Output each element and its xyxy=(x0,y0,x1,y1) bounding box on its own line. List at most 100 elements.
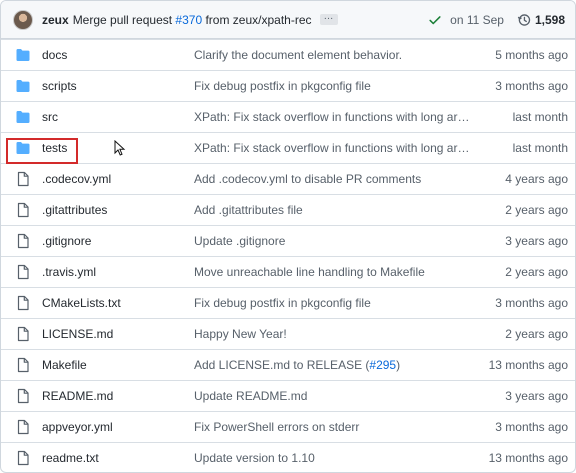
commit-message-link[interactable]: Add LICENSE.md to RELEASE (#295) xyxy=(194,358,474,372)
directory-row[interactable]: src XPath: Fix stack overflow in function… xyxy=(1,101,575,132)
commit-message-text: Update README.md xyxy=(194,389,308,403)
commit-message-end: ) xyxy=(396,358,401,372)
check-icon[interactable] xyxy=(428,13,442,27)
latest-commit-bar: zeux Merge pull request #370 from zeux/x… xyxy=(1,1,575,39)
commit-age[interactable]: 4 years ago xyxy=(505,172,568,186)
file-name-link[interactable]: CMakeLists.txt xyxy=(42,296,121,310)
commit-message-text: XPath: Fix stack overflow in functions w… xyxy=(194,110,474,124)
file-icon xyxy=(15,357,31,373)
commit-message-text: Update .gitignore xyxy=(194,234,286,248)
history-count: 1,598 xyxy=(534,12,565,27)
commit-message-link[interactable]: Add .gitattributes file xyxy=(194,203,474,217)
commit-message-text: Add .codecov.yml to disable PR comments xyxy=(194,172,422,186)
file-icon xyxy=(15,264,31,280)
file-name-link[interactable]: README.md xyxy=(42,389,113,403)
file-name-link[interactable]: .travis.yml xyxy=(42,265,96,279)
file-name-link[interactable]: Makefile xyxy=(42,358,87,372)
file-name-link[interactable]: LICENSE.md xyxy=(42,327,113,341)
file-name-link[interactable]: scripts xyxy=(42,79,77,93)
commit-age[interactable]: 3 months ago xyxy=(495,420,568,434)
file-row[interactable]: CMakeLists.txt Fix debug postfix in pkgco… xyxy=(1,287,575,318)
issue-link[interactable]: #295 xyxy=(369,358,396,372)
history-link[interactable]: 1,598 xyxy=(517,13,565,27)
commit-message-link[interactable]: Move unreachable line handling to Makefi… xyxy=(194,265,474,279)
commit-message-suffix: from zeux/xpath-rec xyxy=(202,12,312,27)
file-name-link[interactable]: readme.txt xyxy=(42,451,99,465)
directory-row[interactable]: scripts Fix debug postfix in pkgconfig fi… xyxy=(1,70,575,101)
commit-author[interactable]: zeux xyxy=(42,13,69,27)
file-icon xyxy=(15,419,31,435)
commit-message-text: Add LICENSE.md to RELEASE ( xyxy=(194,358,370,372)
commit-message-text: Fix debug postfix in pkgconfig file xyxy=(194,296,371,310)
file-row[interactable]: appveyor.yml Fix PowerShell errors on std… xyxy=(1,411,575,442)
file-name-link[interactable]: docs xyxy=(42,48,67,62)
history-icon xyxy=(517,13,531,26)
commit-message-text: Update version to 1.10 xyxy=(194,451,315,465)
commit-message-link[interactable]: XPath: Fix stack overflow in functions w… xyxy=(194,141,474,155)
folder-icon xyxy=(15,109,31,125)
file-row[interactable]: readme.txt Update version to 1.10 13 month… xyxy=(1,442,575,472)
commit-message-link[interactable]: Update version to 1.10 xyxy=(194,451,474,465)
commit-message[interactable]: Merge pull request #370 from zeux/xpath-… xyxy=(73,13,312,27)
commit-message-text: Happy New Year! xyxy=(194,327,287,341)
file-row[interactable]: .gitattributes Add .gitattributes file 2 y… xyxy=(1,194,575,225)
commit-message-text: Move unreachable line handling to Makefi… xyxy=(194,265,425,279)
file-icon xyxy=(15,326,31,342)
commit-age[interactable]: last month xyxy=(513,110,568,124)
file-name-link[interactable]: .gitattributes xyxy=(42,203,107,217)
commit-age[interactable]: 3 months ago xyxy=(495,79,568,93)
file-icon xyxy=(15,171,31,187)
commit-age[interactable]: 13 months ago xyxy=(489,451,568,465)
directory-row[interactable]: tests XPath: Fix stack overflow in functi… xyxy=(1,132,575,163)
commit-age[interactable]: 5 months ago xyxy=(495,48,568,62)
file-icon xyxy=(15,388,31,404)
commit-age[interactable]: 13 months ago xyxy=(489,358,568,372)
expand-commit-button[interactable]: … xyxy=(319,12,338,25)
pr-link[interactable]: #370 xyxy=(175,13,202,27)
file-name-link[interactable]: appveyor.yml xyxy=(42,420,113,434)
commit-message-link[interactable]: Add .codecov.yml to disable PR comments xyxy=(194,172,474,186)
commit-message-link[interactable]: XPath: Fix stack overflow in functions w… xyxy=(194,110,474,124)
file-row[interactable]: .gitignore Update .gitignore 3 years ago xyxy=(1,225,575,256)
file-name-link[interactable]: src xyxy=(42,110,58,124)
commit-message-link[interactable]: Update README.md xyxy=(194,389,474,403)
commit-message-link[interactable]: Fix debug postfix in pkgconfig file xyxy=(194,79,474,93)
file-name-link[interactable]: .gitignore xyxy=(42,234,91,248)
commit-message-text: Add .gitattributes file xyxy=(194,203,303,217)
avatar[interactable] xyxy=(13,9,33,30)
commit-message-link[interactable]: Update .gitignore xyxy=(194,234,474,248)
folder-icon xyxy=(15,78,31,94)
file-name-link[interactable]: .codecov.yml xyxy=(42,172,111,186)
commit-message-prefix: Merge pull request xyxy=(72,12,176,27)
file-icon xyxy=(15,202,31,218)
selection-highlight xyxy=(6,138,78,164)
commit-age[interactable]: last month xyxy=(513,141,568,155)
file-icon xyxy=(15,233,31,249)
commit-age[interactable]: 2 years ago xyxy=(505,327,568,341)
commit-message-link[interactable]: Clarify the document element behavior. xyxy=(194,48,474,62)
commit-message-text: XPath: Fix stack overflow in functions w… xyxy=(194,141,474,155)
commit-message-link[interactable]: Happy New Year! xyxy=(194,327,474,341)
commit-age[interactable]: 3 years ago xyxy=(505,389,568,403)
commit-age[interactable]: 3 months ago xyxy=(495,296,568,310)
commit-message-text: Fix PowerShell errors on stderr xyxy=(194,420,360,434)
file-icon xyxy=(15,295,31,311)
commit-message-link[interactable]: Fix debug postfix in pkgconfig file xyxy=(194,296,474,310)
file-row[interactable]: .travis.yml Move unreachable line handlin… xyxy=(1,256,575,287)
commit-age[interactable]: 2 years ago xyxy=(505,203,568,217)
commit-age[interactable]: 2 years ago xyxy=(505,265,568,279)
file-row[interactable]: LICENSE.md Happy New Year! 2 years ago xyxy=(1,318,575,349)
directory-row[interactable]: docs Clarify the document element behavio… xyxy=(1,39,575,70)
file-icon xyxy=(15,450,31,466)
commit-message-text: Fix debug postfix in pkgconfig file xyxy=(194,79,371,93)
file-row[interactable]: README.md Update README.md 3 years ago xyxy=(1,380,575,411)
commit-message-link[interactable]: Fix PowerShell errors on stderr xyxy=(194,420,474,434)
commit-message-text: Clarify the document element behavior. xyxy=(194,48,403,62)
file-row[interactable]: .codecov.yml Add .codecov.yml to disable … xyxy=(1,163,575,194)
mouse-cursor-icon xyxy=(114,140,126,156)
file-browser: zeux Merge pull request #370 from zeux/x… xyxy=(0,0,576,473)
file-row[interactable]: Makefile Add LICENSE.md to RELEASE (#295)… xyxy=(1,349,575,380)
commit-date[interactable]: on 11 Sep xyxy=(450,13,504,27)
commit-age[interactable]: 3 years ago xyxy=(505,234,568,248)
folder-icon xyxy=(15,47,31,63)
